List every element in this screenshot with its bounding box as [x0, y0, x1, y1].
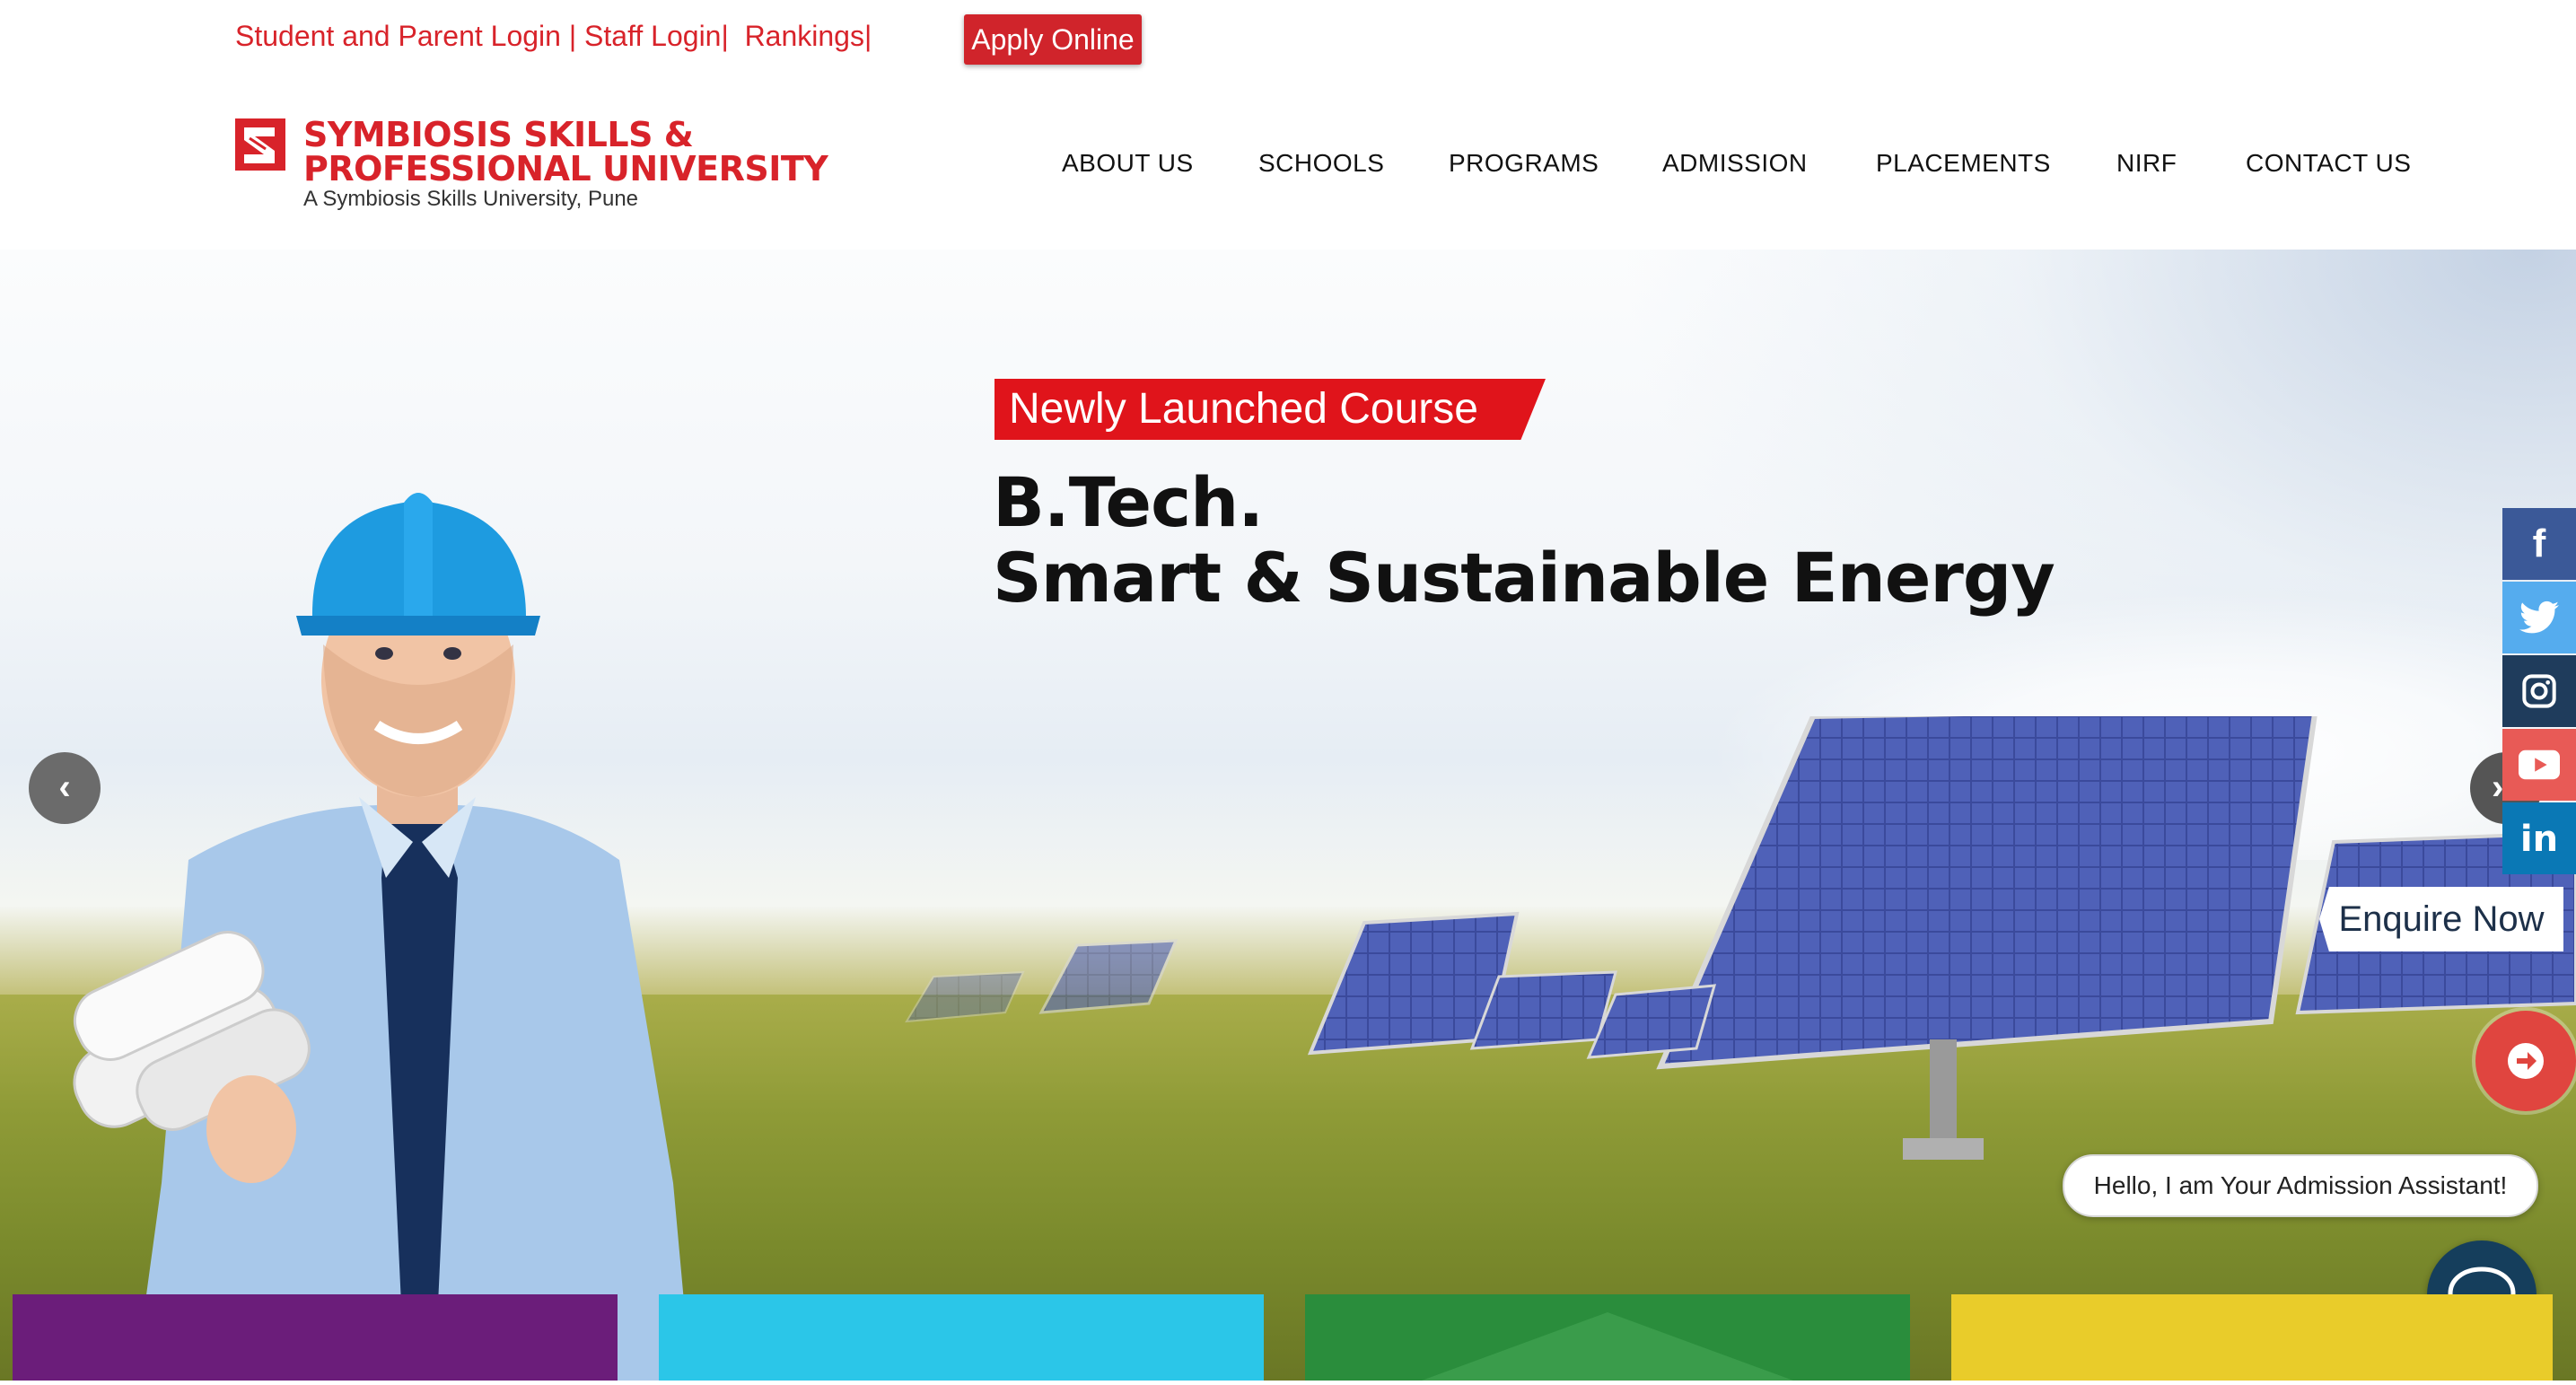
newly-launched-badge: Newly Launched Course	[994, 379, 1546, 440]
nav-programs[interactable]: PROGRAMS	[1449, 149, 1599, 178]
nav-about-us[interactable]: ABOUT US	[1062, 149, 1194, 178]
top-login-links[interactable]: Student and Parent Login | Staff Login| …	[235, 20, 872, 53]
nav-admission[interactable]: ADMISSION	[1662, 149, 1808, 178]
nav-contact-us[interactable]: CONTACT US	[2246, 149, 2411, 178]
slider-prev-button[interactable]: ‹	[29, 752, 101, 824]
university-logo[interactable]: SYMBIOSIS SKILLS & PROFESSIONAL UNIVERSI…	[235, 115, 828, 214]
instagram-icon	[2522, 674, 2556, 708]
logo-subtitle: A Symbiosis Skills University, Pune	[303, 187, 639, 211]
logo-title-line2: PROFESSIONAL UNIVERSITY	[303, 149, 828, 188]
facebook-icon: f	[2532, 522, 2546, 565]
nav-placements[interactable]: PLACEMENTS	[1876, 149, 2051, 178]
symbiosis-logo-mark-icon	[235, 118, 285, 171]
instagram-link[interactable]	[2502, 655, 2576, 727]
enquire-go-button[interactable]	[2475, 1011, 2576, 1111]
linkedin-link[interactable]: in	[2502, 802, 2576, 874]
nav-nirf[interactable]: NIRF	[2116, 149, 2177, 178]
building-icon	[1422, 1312, 1793, 1381]
hero-title-line2: Smart & Sustainable Energy	[993, 538, 2055, 618]
category-card-4[interactable]	[1951, 1294, 2553, 1381]
twitter-icon	[2519, 600, 2559, 634]
hero-title: B.Tech. Smart & Sustainable Energy	[993, 465, 2055, 616]
badge-text: Newly Launched Course	[1009, 385, 1478, 433]
youtube-link[interactable]	[2502, 729, 2576, 801]
hero-title-line1: B.Tech.	[993, 462, 1264, 542]
category-card-1[interactable]	[13, 1294, 618, 1381]
admission-assistant-bubble[interactable]: Hello, I am Your Admission Assistant!	[2063, 1154, 2538, 1217]
nav-schools[interactable]: SCHOOLS	[1258, 149, 1384, 178]
category-card-2[interactable]	[659, 1294, 1264, 1381]
twitter-link[interactable]	[2502, 582, 2576, 653]
youtube-icon	[2519, 749, 2560, 780]
facebook-link[interactable]: f	[2502, 508, 2576, 580]
arrow-circle-right-icon	[2508, 1043, 2544, 1079]
engineer-person-image	[73, 493, 691, 1381]
linkedin-icon: in	[2519, 819, 2559, 860]
enquire-now-button[interactable]: Enquire Now	[2319, 887, 2563, 951]
apply-online-button[interactable]: Apply Online	[964, 14, 1142, 65]
solar-panels-image	[905, 716, 2576, 1160]
category-card-3[interactable]	[1305, 1294, 1910, 1381]
chevron-left-icon: ‹	[58, 767, 71, 807]
